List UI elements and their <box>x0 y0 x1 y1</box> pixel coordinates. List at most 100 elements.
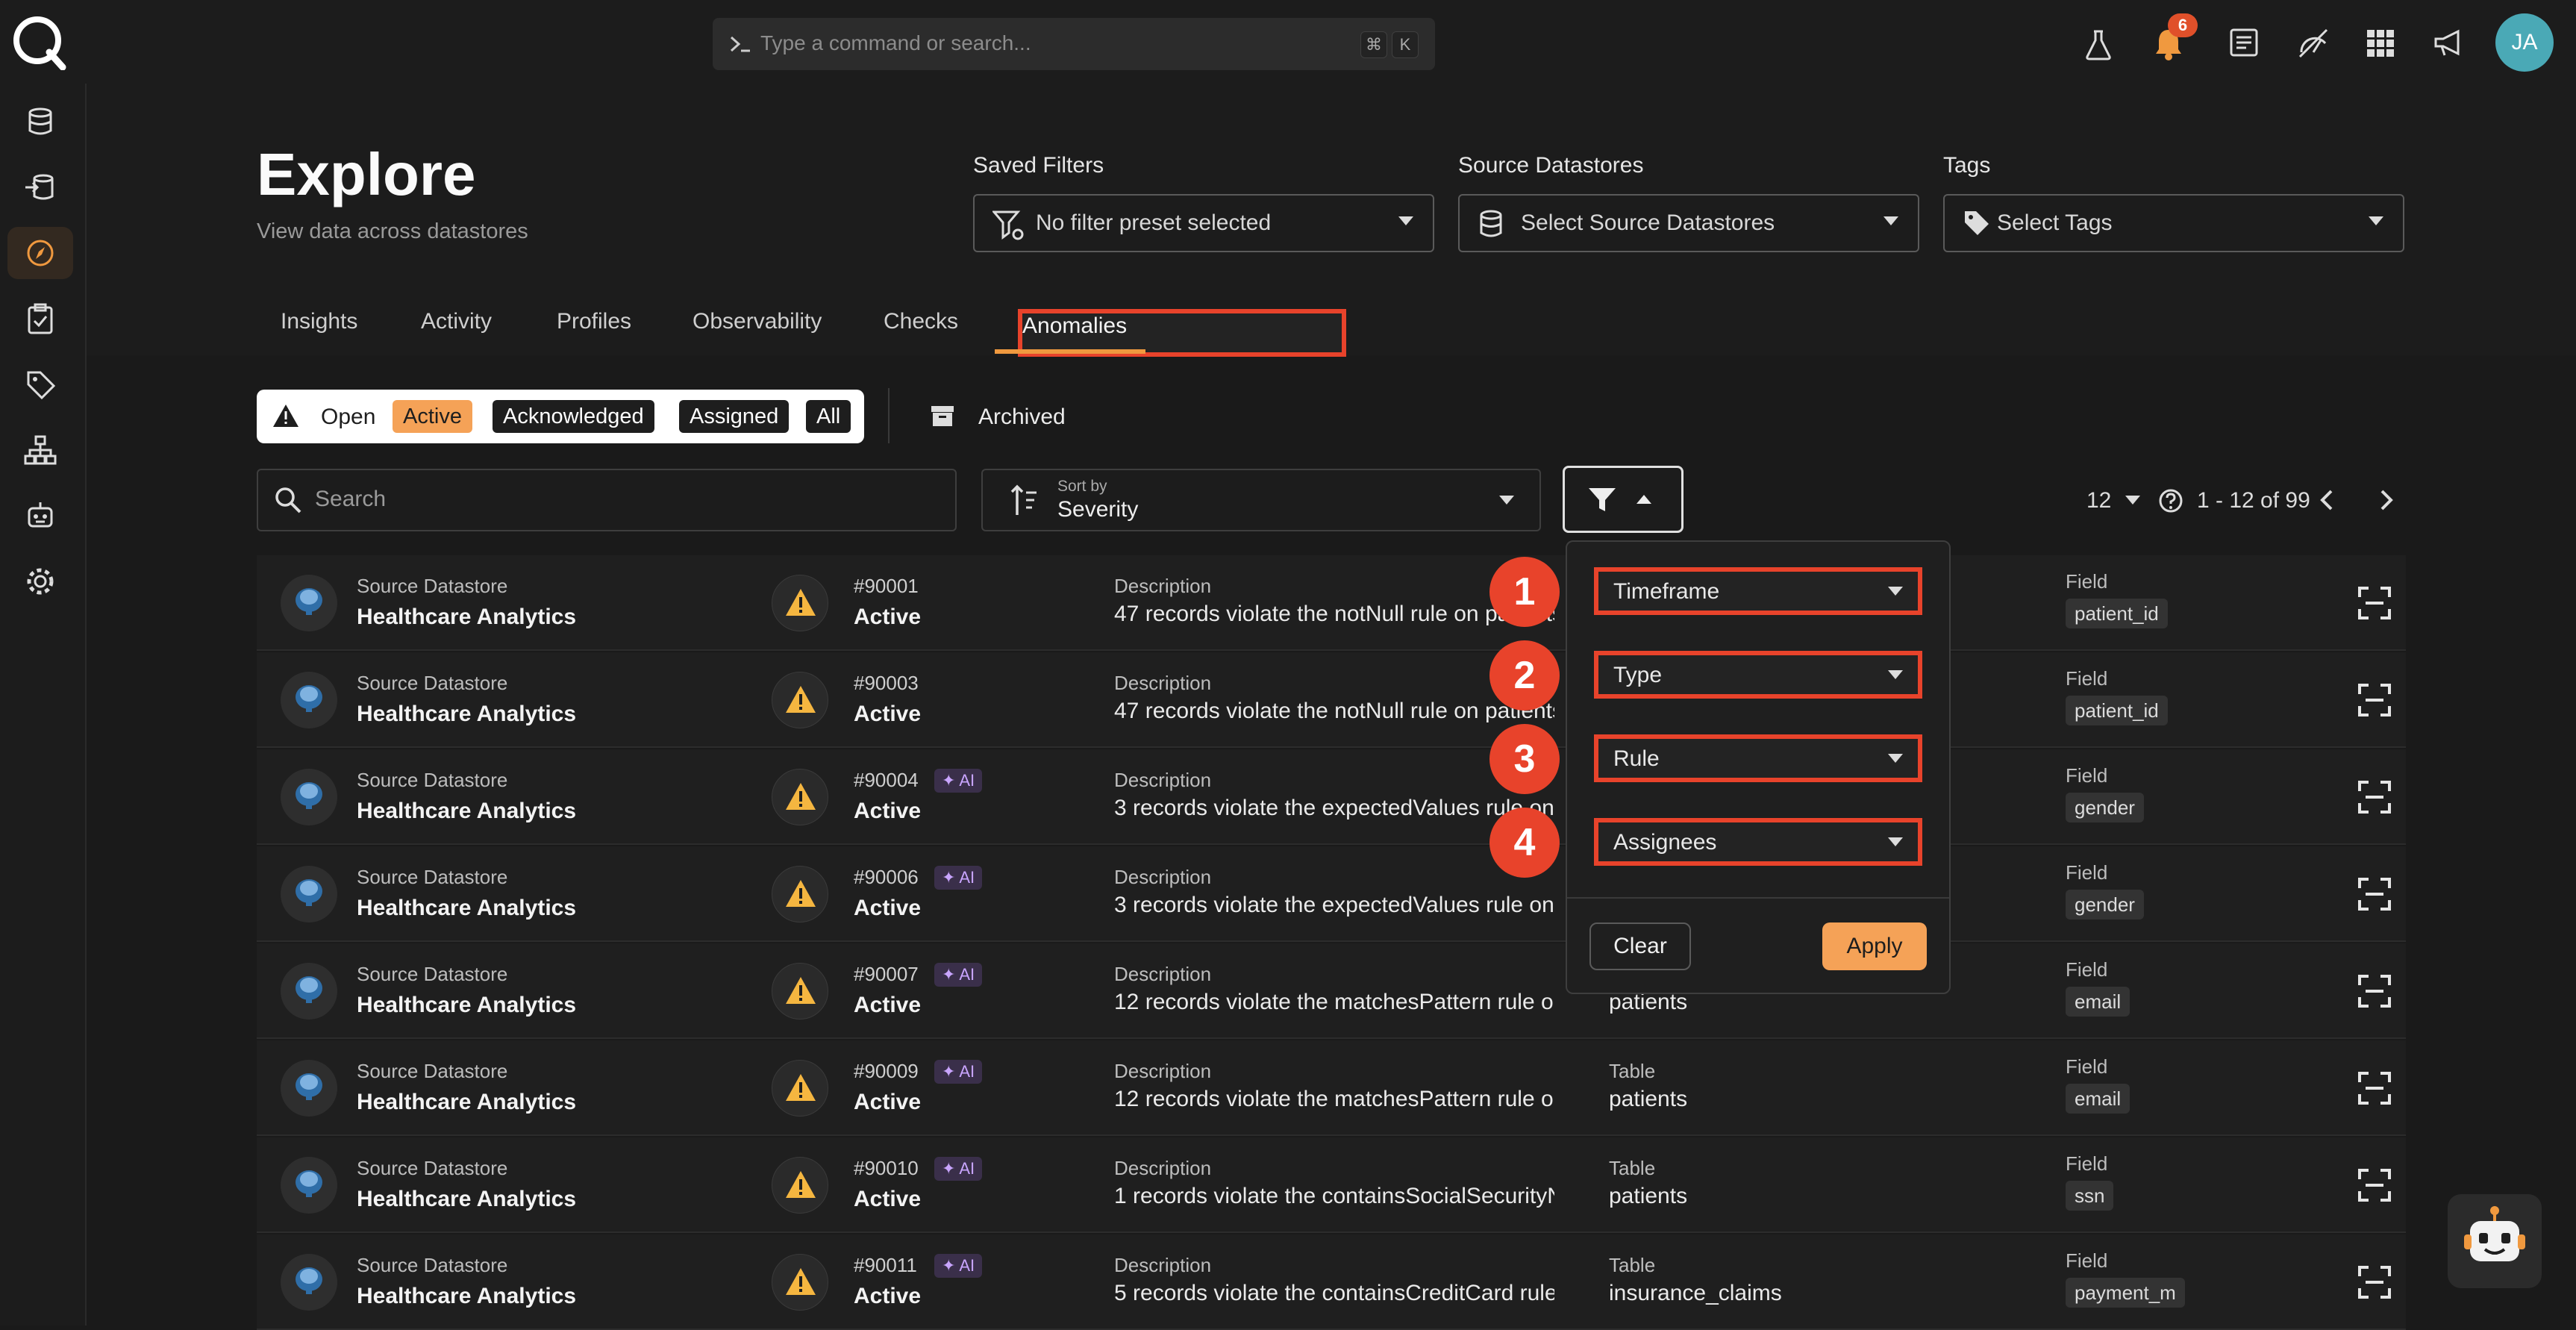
expand-icon[interactable] <box>2358 684 2391 716</box>
assistant-bot-button[interactable] <box>2448 1194 2542 1288</box>
archive-icon[interactable] <box>930 403 955 428</box>
anomaly-id[interactable]: #90001 <box>854 575 919 598</box>
table-row[interactable]: Source Datastore Healthcare Analytics #900… <box>257 943 2406 1039</box>
filter-toggle-button[interactable] <box>1563 466 1684 533</box>
sidebar-item-enrichment[interactable] <box>7 161 73 213</box>
apply-filters-button[interactable]: Apply <box>1822 922 1927 970</box>
datastore-name[interactable]: Healthcare Analytics <box>357 1187 576 1212</box>
expand-icon[interactable] <box>2358 878 2391 911</box>
pagination-range: 1 - 12 of 99 <box>2197 488 2310 513</box>
table-row[interactable]: Source Datastore Healthcare Analytics #900… <box>257 1234 2406 1330</box>
status-chip-assigned[interactable]: Assigned <box>679 400 790 433</box>
table-row[interactable]: Source Datastore Healthcare Analytics #900… <box>257 555 2406 651</box>
assignees-select[interactable]: Assignees <box>1594 818 1922 866</box>
sidebar-item-settings[interactable] <box>7 555 73 608</box>
anomaly-id[interactable]: #90007 <box>854 963 919 986</box>
terminal-prompt-icon <box>729 34 751 54</box>
datastore-name[interactable]: Healthcare Analytics <box>357 993 576 1018</box>
anomaly-id[interactable]: #90003 <box>854 672 919 695</box>
expand-icon[interactable] <box>2358 1072 2391 1105</box>
page-size-value[interactable]: 12 <box>2086 488 2111 513</box>
anomaly-id[interactable]: #90010 <box>854 1157 919 1180</box>
anomaly-id[interactable]: #90009 <box>854 1060 919 1083</box>
sidebar-item-checks[interactable] <box>7 293 73 345</box>
chevron-down-icon <box>1888 754 1903 763</box>
datastore-name[interactable]: Healthcare Analytics <box>357 896 576 921</box>
source-datastores-select[interactable]: Select Source Datastores <box>1458 194 1919 252</box>
chevron-left-icon[interactable] <box>2318 488 2336 512</box>
chevron-down-icon[interactable] <box>2125 496 2140 505</box>
datastore-name[interactable]: Healthcare Analytics <box>357 702 576 727</box>
document-list-icon[interactable] <box>2228 27 2260 58</box>
anomaly-status: Active <box>854 993 922 1017</box>
datastore-name[interactable]: Healthcare Analytics <box>357 605 576 630</box>
description-label: Description <box>1114 672 1212 694</box>
table-row[interactable]: Source Datastore Healthcare Analytics #900… <box>257 652 2406 748</box>
archived-status-label[interactable]: Archived <box>978 405 1066 430</box>
ai-badge: ✦ AI <box>934 963 983 987</box>
datastore-name[interactable]: Healthcare Analytics <box>357 1284 576 1309</box>
tab-profiles[interactable]: Profiles <box>557 309 631 334</box>
ai-badge: ✦ AI <box>934 1254 983 1278</box>
divider <box>1567 897 1949 899</box>
open-status-label[interactable]: Open <box>321 405 375 430</box>
table-row[interactable]: Source Datastore Healthcare Analytics #900… <box>257 1040 2406 1136</box>
help-circle-icon[interactable] <box>2158 488 2183 513</box>
status-chip-acknowledged[interactable]: Acknowledged <box>493 400 654 433</box>
sidebar-item-agents[interactable] <box>7 490 73 542</box>
status-chip-active[interactable]: Active <box>393 400 472 433</box>
expand-icon[interactable] <box>2358 1266 2391 1299</box>
table-name: patients <box>1609 1087 1688 1111</box>
clear-filters-button[interactable]: Clear <box>1589 922 1691 970</box>
anomaly-id[interactable]: #90011 <box>854 1254 917 1277</box>
sidebar-item-tags[interactable] <box>7 358 73 410</box>
rule-select[interactable]: Rule <box>1594 734 1922 782</box>
description-label: Description <box>1114 963 1212 985</box>
tags-select[interactable]: Select Tags <box>1943 194 2404 252</box>
filter-dropdown-panel: Timeframe Type Rule Assignees Clear Appl… <box>1566 540 1951 994</box>
user-avatar[interactable]: JA <box>2495 13 2554 72</box>
sidebar-item-datastores[interactable] <box>7 96 73 148</box>
tab-checks[interactable]: Checks <box>884 309 958 334</box>
datastore-name[interactable]: Healthcare Analytics <box>357 1090 576 1115</box>
apps-grid-icon[interactable] <box>2366 28 2395 58</box>
anomaly-id[interactable]: #90006 <box>854 866 919 889</box>
table-row[interactable]: Source Datastore Healthcare Analytics #900… <box>257 846 2406 942</box>
chevron-down-icon <box>1888 670 1903 679</box>
sidebar-item-lineage[interactable] <box>7 424 73 476</box>
tab-activity[interactable]: Activity <box>421 309 492 334</box>
search-input[interactable]: Search <box>257 469 957 531</box>
tab-observability[interactable]: Observability <box>693 309 822 334</box>
saved-filters-select[interactable]: No filter preset selected <box>973 194 1434 252</box>
description-label: Description <box>1114 1157 1212 1179</box>
flask-icon[interactable] <box>2083 28 2113 61</box>
anomaly-description: 12 records violate the matchesPattern ru… <box>1114 1087 1554 1111</box>
app-logo-icon[interactable] <box>10 13 67 70</box>
chevron-right-icon[interactable] <box>2378 488 2395 512</box>
timeframe-select[interactable]: Timeframe <box>1594 567 1922 615</box>
anomaly-id[interactable]: #90004 <box>854 769 919 792</box>
tags-value: Select Tags <box>1997 210 2113 235</box>
table-row[interactable]: Source Datastore Healthcare Analytics #900… <box>257 1137 2406 1233</box>
expand-icon[interactable] <box>2358 781 2391 814</box>
tab-insights[interactable]: Insights <box>281 309 357 334</box>
datastore-name[interactable]: Healthcare Analytics <box>357 799 576 824</box>
sidebar-item-explore[interactable] <box>7 227 73 279</box>
dashboard-off-icon[interactable] <box>2297 27 2330 58</box>
field-chip: gender <box>2066 890 2144 920</box>
tags-label: Tags <box>1943 153 1991 178</box>
table-row[interactable]: Source Datastore Healthcare Analytics #900… <box>257 749 2406 845</box>
expand-icon[interactable] <box>2358 1169 2391 1202</box>
status-chip-all[interactable]: All <box>806 400 851 433</box>
command-search-input[interactable]: Type a command or search... ⌘ K <box>713 18 1435 70</box>
field-label: Field <box>2066 764 2108 787</box>
anomaly-status: Active <box>854 1284 922 1308</box>
expand-icon[interactable] <box>2358 975 2391 1008</box>
megaphone-icon[interactable] <box>2433 27 2466 58</box>
type-select[interactable]: Type <box>1594 651 1922 699</box>
anomaly-status: Active <box>854 1187 922 1211</box>
sort-select[interactable]: Sort by Severity <box>981 469 1541 531</box>
expand-icon[interactable] <box>2358 587 2391 619</box>
ai-badge: ✦ AI <box>934 1060 983 1084</box>
anomaly-description: 1 records violate the containsSocialSecu… <box>1114 1184 1554 1208</box>
